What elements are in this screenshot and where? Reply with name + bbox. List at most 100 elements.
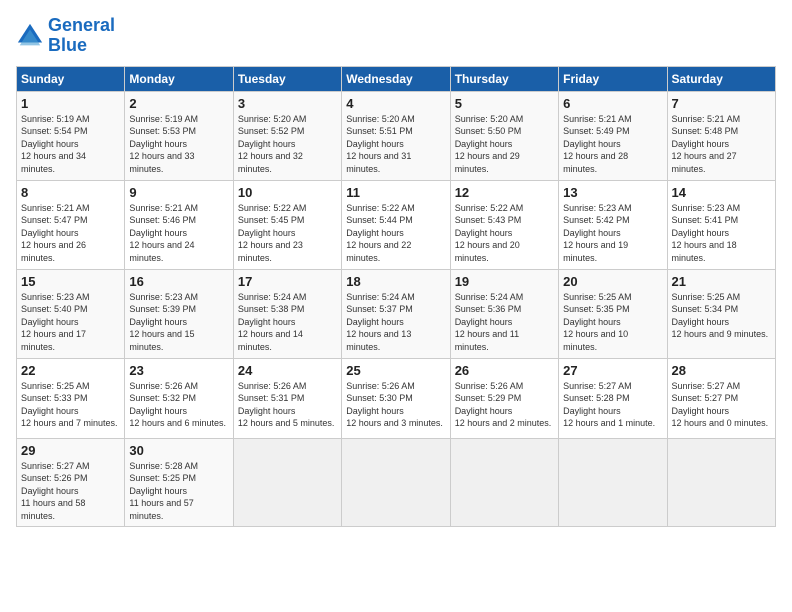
day-number: 9 xyxy=(129,185,228,200)
day-number: 23 xyxy=(129,363,228,378)
day-number: 19 xyxy=(455,274,554,289)
day-info: Sunrise: 5:24 AMSunset: 5:36 PMDaylight … xyxy=(455,292,524,352)
day-info: Sunrise: 5:24 AMSunset: 5:38 PMDaylight … xyxy=(238,292,307,352)
calendar-cell: 9 Sunrise: 5:21 AMSunset: 5:46 PMDaylight… xyxy=(125,180,233,269)
logo-blue: Blue xyxy=(48,35,87,55)
day-number: 22 xyxy=(21,363,120,378)
calendar-cell: 24 Sunrise: 5:26 AMSunset: 5:31 PMDayligh… xyxy=(233,358,341,438)
logo-icon xyxy=(16,22,44,50)
day-info: Sunrise: 5:26 AMSunset: 5:32 PMDaylight … xyxy=(129,381,226,429)
calendar-cell: 4 Sunrise: 5:20 AMSunset: 5:51 PMDaylight… xyxy=(342,91,450,180)
calendar-cell: 16 Sunrise: 5:23 AMSunset: 5:39 PMDayligh… xyxy=(125,269,233,358)
calendar-cell: 19 Sunrise: 5:24 AMSunset: 5:36 PMDayligh… xyxy=(450,269,558,358)
day-number: 27 xyxy=(563,363,662,378)
calendar-cell xyxy=(559,438,667,527)
col-header-thursday: Thursday xyxy=(450,66,558,91)
day-number: 8 xyxy=(21,185,120,200)
day-number: 13 xyxy=(563,185,662,200)
day-number: 5 xyxy=(455,96,554,111)
day-info: Sunrise: 5:25 AMSunset: 5:34 PMDaylight … xyxy=(672,292,769,340)
calendar-cell: 22 Sunrise: 5:25 AMSunset: 5:33 PMDayligh… xyxy=(17,358,125,438)
day-info: Sunrise: 5:26 AMSunset: 5:29 PMDaylight … xyxy=(455,381,552,429)
calendar-cell: 17 Sunrise: 5:24 AMSunset: 5:38 PMDayligh… xyxy=(233,269,341,358)
calendar-cell: 11 Sunrise: 5:22 AMSunset: 5:44 PMDayligh… xyxy=(342,180,450,269)
day-number: 29 xyxy=(21,443,120,458)
day-info: Sunrise: 5:23 AMSunset: 5:41 PMDaylight … xyxy=(672,203,741,263)
day-info: Sunrise: 5:20 AMSunset: 5:51 PMDaylight … xyxy=(346,114,415,174)
day-number: 12 xyxy=(455,185,554,200)
day-info: Sunrise: 5:23 AMSunset: 5:40 PMDaylight … xyxy=(21,292,90,352)
day-number: 3 xyxy=(238,96,337,111)
calendar-table: SundayMondayTuesdayWednesdayThursdayFrid… xyxy=(16,66,776,528)
calendar-cell: 21 Sunrise: 5:25 AMSunset: 5:34 PMDayligh… xyxy=(667,269,775,358)
day-info: Sunrise: 5:21 AMSunset: 5:49 PMDaylight … xyxy=(563,114,632,174)
calendar-cell: 29Sunrise: 5:27 AMSunset: 5:26 PMDayligh… xyxy=(17,438,125,527)
col-header-friday: Friday xyxy=(559,66,667,91)
day-info: Sunrise: 5:27 AMSunset: 5:27 PMDaylight … xyxy=(672,381,769,429)
day-info: Sunrise: 5:19 AMSunset: 5:54 PMDaylight … xyxy=(21,114,90,174)
calendar-cell: 3 Sunrise: 5:20 AMSunset: 5:52 PMDaylight… xyxy=(233,91,341,180)
day-info: Sunrise: 5:22 AMSunset: 5:44 PMDaylight … xyxy=(346,203,415,263)
day-info: Sunrise: 5:21 AMSunset: 5:47 PMDaylight … xyxy=(21,203,90,263)
day-info: Sunrise: 5:24 AMSunset: 5:37 PMDaylight … xyxy=(346,292,415,352)
logo-general: General xyxy=(48,15,115,35)
day-number: 11 xyxy=(346,185,445,200)
day-number: 20 xyxy=(563,274,662,289)
day-info: Sunrise: 5:20 AMSunset: 5:52 PMDaylight … xyxy=(238,114,307,174)
col-header-monday: Monday xyxy=(125,66,233,91)
week-row-4: 22 Sunrise: 5:25 AMSunset: 5:33 PMDayligh… xyxy=(17,358,776,438)
day-number: 30 xyxy=(129,443,228,458)
calendar-cell xyxy=(342,438,450,527)
day-number: 25 xyxy=(346,363,445,378)
day-info: Sunrise: 5:25 AMSunset: 5:33 PMDaylight … xyxy=(21,381,118,429)
day-number: 21 xyxy=(672,274,771,289)
day-number: 4 xyxy=(346,96,445,111)
calendar-cell: 2Sunrise: 5:19 AMSunset: 5:53 PMDaylight… xyxy=(125,91,233,180)
day-info: Sunrise: 5:22 AMSunset: 5:45 PMDaylight … xyxy=(238,203,307,263)
day-number: 14 xyxy=(672,185,771,200)
day-info: Sunrise: 5:22 AMSunset: 5:43 PMDaylight … xyxy=(455,203,524,263)
calendar-cell: 20 Sunrise: 5:25 AMSunset: 5:35 PMDayligh… xyxy=(559,269,667,358)
week-row-2: 8 Sunrise: 5:21 AMSunset: 5:47 PMDaylight… xyxy=(17,180,776,269)
calendar-cell: 5 Sunrise: 5:20 AMSunset: 5:50 PMDaylight… xyxy=(450,91,558,180)
column-headers: SundayMondayTuesdayWednesdayThursdayFrid… xyxy=(17,66,776,91)
day-info: Sunrise: 5:20 AMSunset: 5:50 PMDaylight … xyxy=(455,114,524,174)
calendar-cell: 23 Sunrise: 5:26 AMSunset: 5:32 PMDayligh… xyxy=(125,358,233,438)
calendar-cell: 26 Sunrise: 5:26 AMSunset: 5:29 PMDayligh… xyxy=(450,358,558,438)
calendar-cell: 14 Sunrise: 5:23 AMSunset: 5:41 PMDayligh… xyxy=(667,180,775,269)
calendar-cell: 13 Sunrise: 5:23 AMSunset: 5:42 PMDayligh… xyxy=(559,180,667,269)
day-info: Sunrise: 5:27 AMSunset: 5:28 PMDaylight … xyxy=(563,381,655,429)
calendar-cell: 8 Sunrise: 5:21 AMSunset: 5:47 PMDaylight… xyxy=(17,180,125,269)
calendar-cell xyxy=(667,438,775,527)
day-info: Sunrise: 5:23 AMSunset: 5:42 PMDaylight … xyxy=(563,203,632,263)
day-info: Sunrise: 5:23 AMSunset: 5:39 PMDaylight … xyxy=(129,292,198,352)
calendar-cell: 18 Sunrise: 5:24 AMSunset: 5:37 PMDayligh… xyxy=(342,269,450,358)
week-row-1: 1 Sunrise: 5:19 AMSunset: 5:54 PMDaylight… xyxy=(17,91,776,180)
calendar-cell: 30Sunrise: 5:28 AMSunset: 5:25 PMDayligh… xyxy=(125,438,233,527)
week-row-5: 29Sunrise: 5:27 AMSunset: 5:26 PMDayligh… xyxy=(17,438,776,527)
day-number: 15 xyxy=(21,274,120,289)
day-info: Sunrise: 5:26 AMSunset: 5:31 PMDaylight … xyxy=(238,381,335,429)
day-number: 26 xyxy=(455,363,554,378)
col-header-saturday: Saturday xyxy=(667,66,775,91)
day-number: 16 xyxy=(129,274,228,289)
header: General Blue xyxy=(16,16,776,56)
logo: General Blue xyxy=(16,16,115,56)
calendar-cell: 7Sunrise: 5:21 AMSunset: 5:48 PMDaylight… xyxy=(667,91,775,180)
calendar-cell: 10 Sunrise: 5:22 AMSunset: 5:45 PMDayligh… xyxy=(233,180,341,269)
day-number: 28 xyxy=(672,363,771,378)
day-info: Sunrise: 5:19 AMSunset: 5:53 PMDaylight … xyxy=(129,114,198,174)
day-number: 17 xyxy=(238,274,337,289)
col-header-tuesday: Tuesday xyxy=(233,66,341,91)
day-number: 18 xyxy=(346,274,445,289)
day-number: 24 xyxy=(238,363,337,378)
calendar-cell: 25 Sunrise: 5:26 AMSunset: 5:30 PMDayligh… xyxy=(342,358,450,438)
page-container: General Blue SundayMondayTuesdayWednesda… xyxy=(0,0,792,537)
day-info: Sunrise: 5:25 AMSunset: 5:35 PMDaylight … xyxy=(563,292,632,352)
day-number: 10 xyxy=(238,185,337,200)
day-info: Sunrise: 5:26 AMSunset: 5:30 PMDaylight … xyxy=(346,381,443,429)
day-number: 1 xyxy=(21,96,120,111)
calendar-cell: 1 Sunrise: 5:19 AMSunset: 5:54 PMDaylight… xyxy=(17,91,125,180)
calendar-cell: 12 Sunrise: 5:22 AMSunset: 5:43 PMDayligh… xyxy=(450,180,558,269)
day-info: Sunrise: 5:21 AMSunset: 5:46 PMDaylight … xyxy=(129,203,198,263)
